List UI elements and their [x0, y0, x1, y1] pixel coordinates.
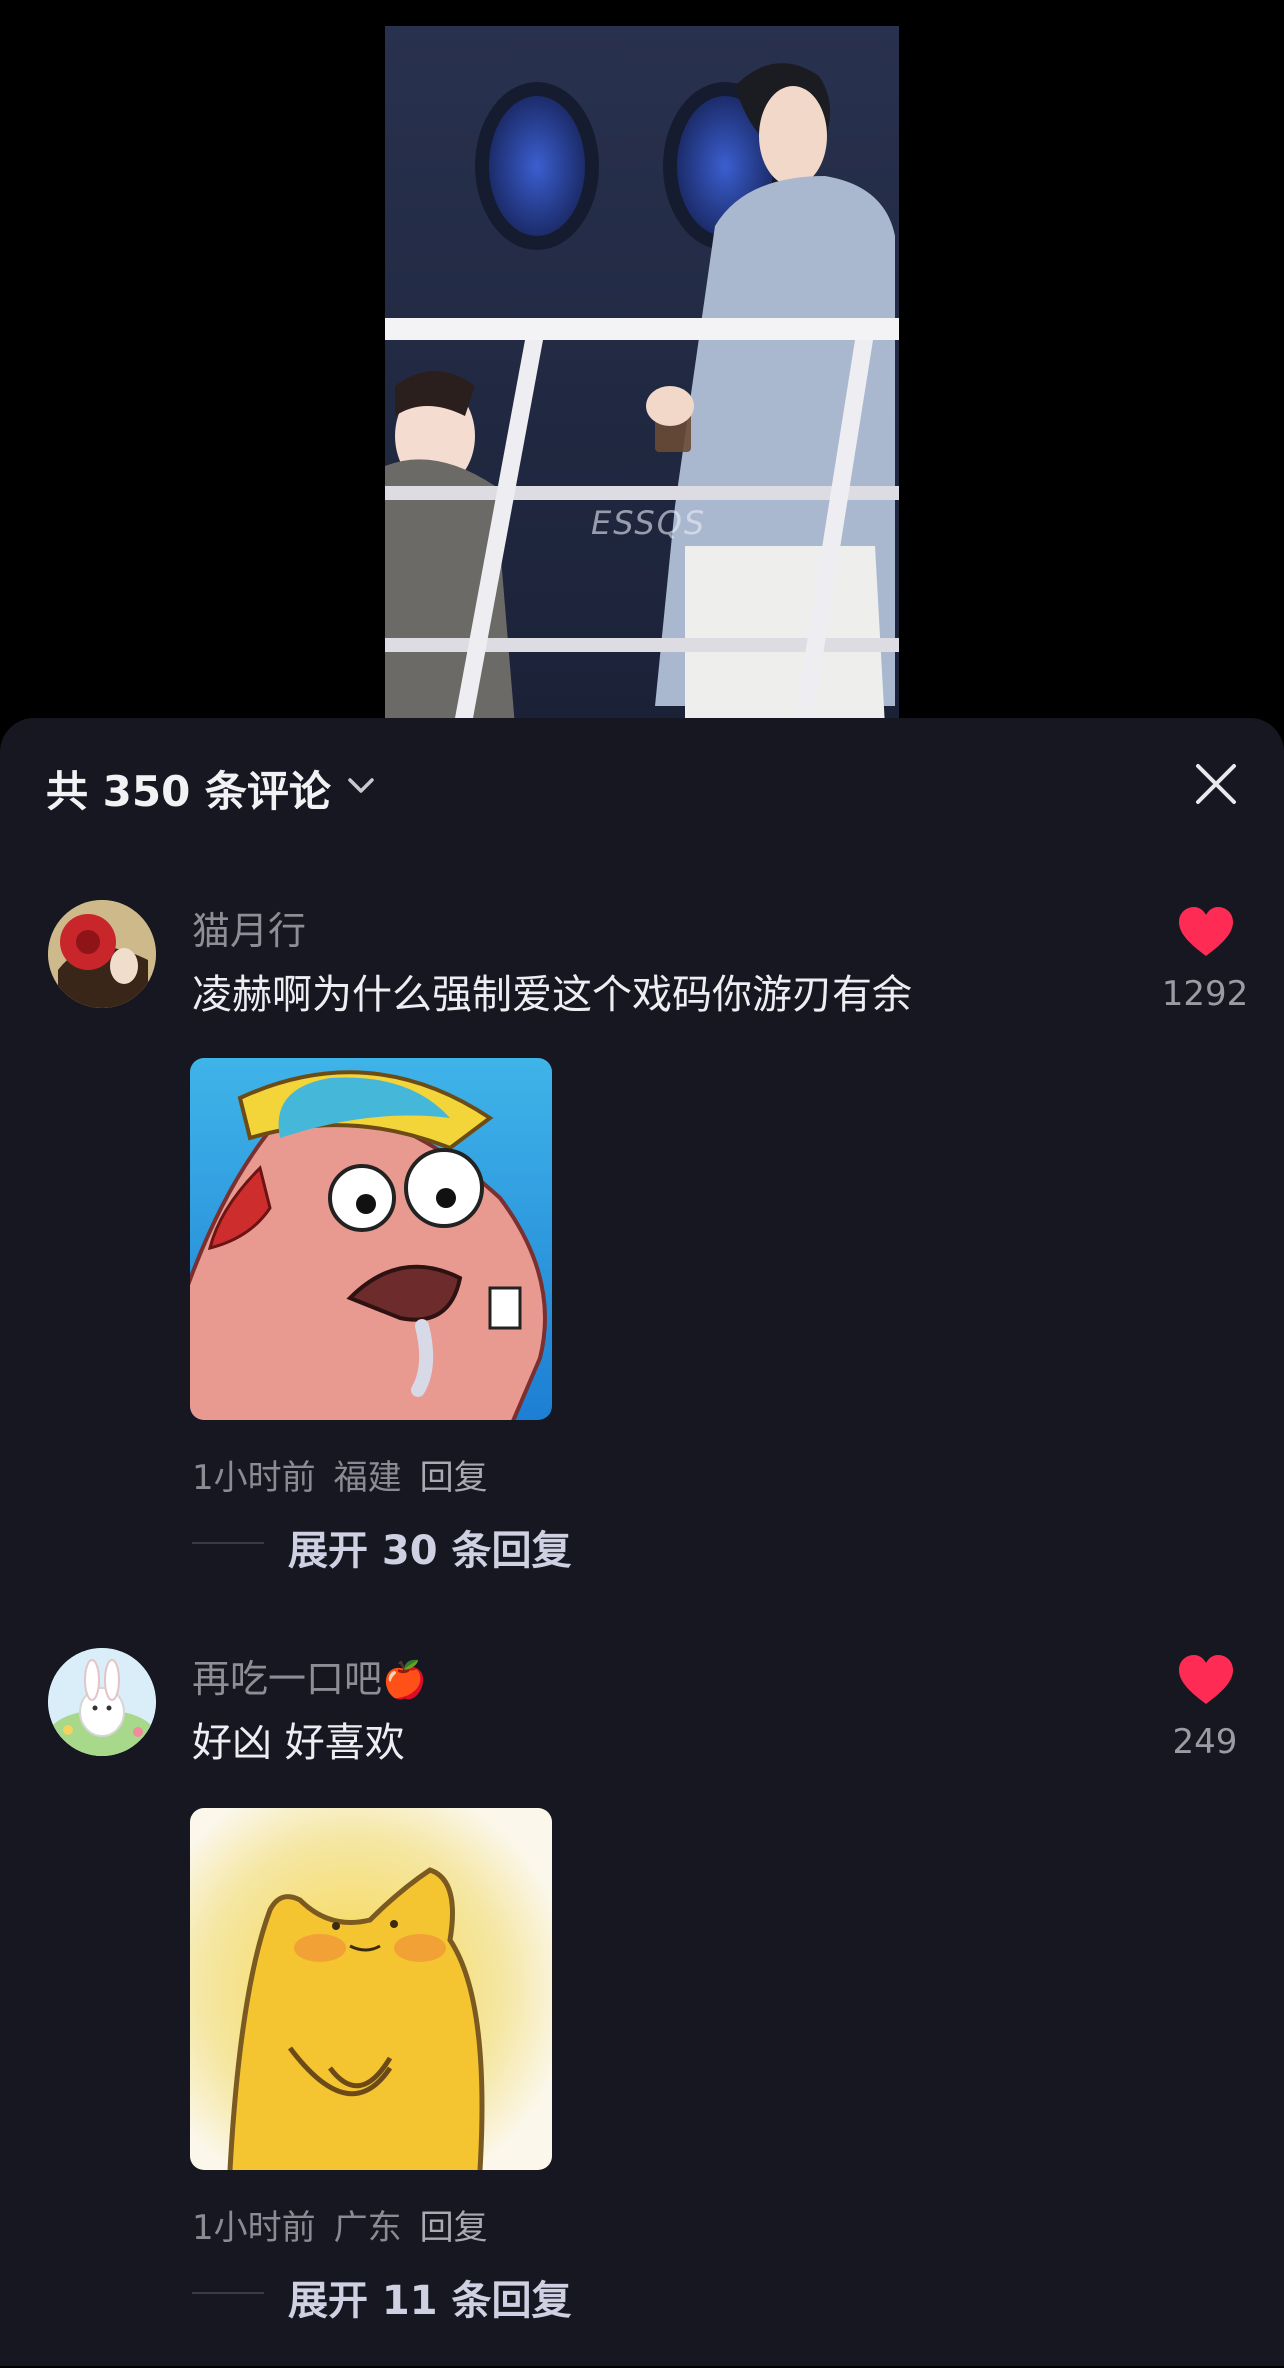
- comment-location: 广东: [333, 2208, 402, 2248]
- comment-location: 福建: [333, 1458, 402, 1498]
- comment-text: 凌赫啊为什么强制爱这个戏码你游刃有余: [192, 972, 912, 1018]
- video-player[interactable]: ESSQS: [385, 26, 899, 718]
- comment-username[interactable]: 猫月行: [192, 900, 306, 955]
- heart-icon[interactable]: [1177, 906, 1235, 958]
- avatar[interactable]: [48, 900, 156, 1008]
- expand-replies-button[interactable]: 展开 11 条回复: [288, 2268, 572, 2326]
- expand-divider: [192, 2292, 264, 2294]
- like-count: 249: [1172, 1722, 1238, 1762]
- comment-username[interactable]: 再吃一口吧🍎: [192, 1648, 427, 1703]
- apple-emoji-icon: 🍎: [382, 1660, 427, 1701]
- comments-header: 共 350 条评论: [0, 718, 1284, 858]
- comment-text: 好凶 好喜欢: [192, 1720, 405, 1766]
- expand-replies-button[interactable]: 展开 30 条回复: [288, 1518, 572, 1576]
- reply-button[interactable]: 回复: [420, 1458, 488, 1498]
- reply-button[interactable]: 回复: [420, 2208, 488, 2248]
- username-text: 再吃一口吧: [192, 1657, 383, 1701]
- avatar[interactable]: [48, 1648, 156, 1756]
- expand-divider: [192, 1542, 264, 1544]
- video-watermark: ESSQS: [591, 504, 707, 542]
- comment-sticker[interactable]: [190, 1058, 552, 1420]
- video-frame-image: [385, 26, 899, 718]
- comments-panel: 共 350 条评论 猫月行 凌赫啊为什么强制爱这个戏码你游刃有余 1292 1小…: [0, 718, 1284, 2366]
- like-count: 1292: [1161, 974, 1249, 1014]
- comment-item: 再吃一口吧🍎 好凶 好喜欢 249 1小时前 广东 回复 展开 11 条回复: [0, 1648, 1284, 2368]
- comment-sticker[interactable]: [190, 1808, 552, 2170]
- comment-item: 猫月行 凌赫啊为什么强制爱这个戏码你游刃有余 1292 1小时前 福建 回复 展…: [0, 898, 1284, 1618]
- comment-meta: 1小时前 福建 回复: [192, 1450, 506, 1499]
- comment-time: 1小时前: [192, 2208, 316, 2248]
- comment-count-label[interactable]: 共 350 条评论: [46, 758, 331, 819]
- close-icon[interactable]: [1192, 760, 1240, 808]
- heart-icon[interactable]: [1177, 1654, 1235, 1706]
- comment-time: 1小时前: [192, 1458, 316, 1498]
- comment-meta: 1小时前 广东 回复: [192, 2200, 506, 2249]
- chevron-down-icon[interactable]: [346, 776, 376, 796]
